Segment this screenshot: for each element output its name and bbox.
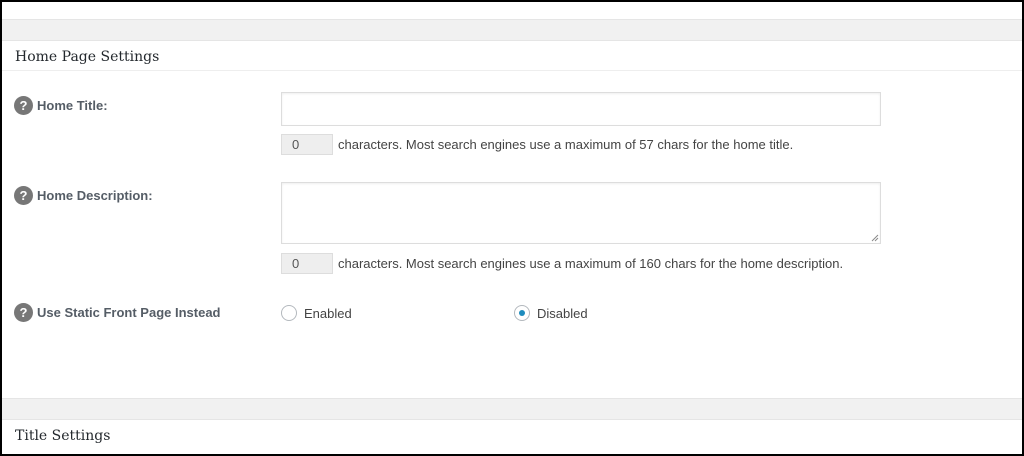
home-description-textarea[interactable] — [281, 182, 881, 244]
help-icon[interactable]: ? — [14, 186, 33, 205]
home-description-char-note: characters. Most search engines use a ma… — [338, 256, 844, 271]
radio-enabled-label: Enabled — [304, 305, 352, 321]
home-description-label: ? Home Description: — [14, 186, 153, 205]
home-title-label: ? Home Title: — [14, 96, 108, 115]
radio-disabled-label: Disabled — [537, 305, 588, 321]
home-title-counter: 0 characters. Most search engines use a … — [281, 134, 793, 155]
home-description-counter: 0 characters. Most search engines use a … — [281, 253, 843, 274]
help-icon[interactable]: ? — [14, 303, 33, 322]
panel-title-home-page-settings: Home Page Settings — [2, 41, 1022, 71]
help-icon[interactable]: ? — [14, 96, 33, 115]
home-title-char-note: characters. Most search engines use a ma… — [338, 137, 794, 152]
resize-grip-icon[interactable] — [871, 234, 879, 242]
home-title-input[interactable] — [281, 92, 881, 126]
panel-title-title-settings: Title Settings — [15, 428, 111, 444]
home-page-settings-panel: Home Page Settings ? Home Title: 0 chara… — [2, 40, 1022, 399]
static-front-page-label-text: Use Static Front Page Instead — [37, 305, 221, 320]
home-description-label-text: Home Description: — [37, 188, 153, 203]
previous-panel-bottom — [2, 2, 1022, 20]
radio-enabled[interactable] — [281, 305, 297, 321]
radio-disabled-option[interactable]: Disabled — [514, 305, 588, 321]
home-title-char-count: 0 — [281, 134, 333, 155]
home-title-label-text: Home Title: — [37, 98, 108, 113]
static-front-page-label: ? Use Static Front Page Instead — [14, 303, 221, 322]
radio-enabled-option[interactable]: Enabled — [281, 305, 352, 321]
title-settings-panel: Title Settings — [2, 419, 1022, 454]
home-description-char-count: 0 — [281, 253, 333, 274]
radio-disabled[interactable] — [514, 305, 530, 321]
settings-frame: Home Page Settings ? Home Title: 0 chara… — [2, 2, 1022, 454]
